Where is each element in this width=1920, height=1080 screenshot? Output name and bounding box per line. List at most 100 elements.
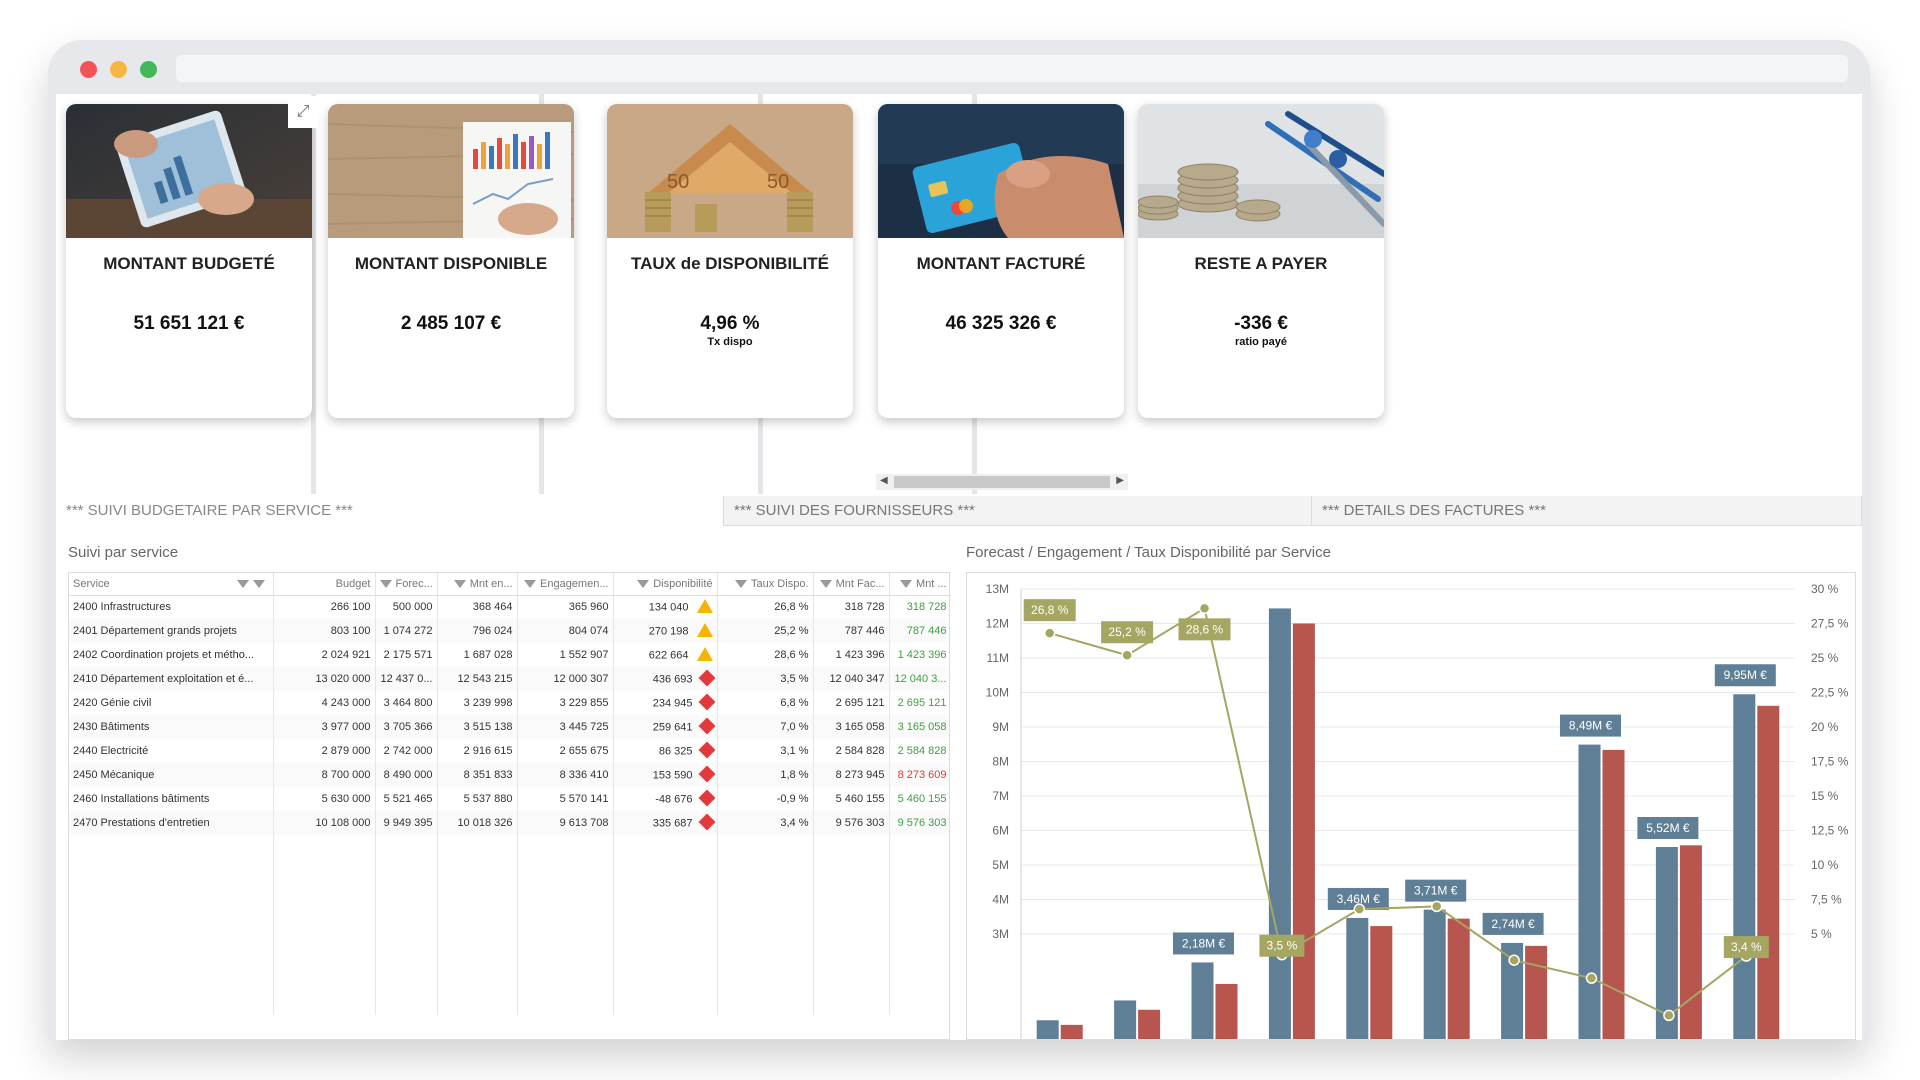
bar-engagement [1138, 1009, 1161, 1039]
kpi-value: 46 325 326 € [945, 313, 1057, 334]
cell-budget: 10 108 000 [273, 811, 376, 835]
bar-data-label: 2,74M € [1491, 917, 1535, 931]
cell-mnt-en: 8 351 833 [437, 763, 518, 787]
kpi-value: 2 485 107 € [400, 313, 502, 334]
bar-forecast [1423, 909, 1446, 1039]
expand-icon[interactable]: ⤢ [288, 96, 318, 128]
column-header-mnt[interactable]: Mnt ... [889, 573, 949, 596]
y-left-tick-label: 10M [986, 686, 1009, 700]
kpi-value: 4,96 % [700, 313, 760, 334]
kpi-card-reste[interactable]: RESTE A PAYER -336 € ratio payé [1138, 104, 1384, 418]
column-header-forecast[interactable]: Forec... [375, 573, 438, 596]
empty-cell [517, 835, 614, 1015]
table-row[interactable]: 2450 Mécanique 8 700 000 8 490 000 8 351 83… [69, 763, 949, 787]
cell-disponibilite-value: -48 676 [655, 792, 693, 805]
table-row[interactable]: 2400 Infrastructures 266 100 500 000 368 46… [69, 595, 949, 619]
column-header-mnt-engage[interactable]: Mnt en... [437, 573, 518, 596]
tab-details-factures[interactable]: *** DETAILS DES FACTURES *** [1312, 496, 1862, 526]
close-window-button[interactable] [80, 61, 97, 78]
filter-icon[interactable] [637, 579, 650, 588]
cell-disponibilite-value: 153 590 [652, 768, 693, 781]
bar-forecast [1733, 694, 1756, 1039]
table-row[interactable]: 2410 Département exploitation et é... 13 … [69, 667, 949, 691]
filter-icon[interactable] [236, 579, 249, 588]
svg-text:50: 50 [667, 171, 689, 193]
bar-engagement [1060, 1024, 1083, 1039]
column-header-budget[interactable]: Budget [273, 573, 376, 596]
money-house-image: 50 50 [607, 104, 853, 238]
filter-icon[interactable] [524, 579, 536, 588]
cell-service: 2420 Génie civil [69, 691, 274, 715]
cell-engagement: 9 613 708 [517, 811, 614, 835]
column-label: Mnt Fac... [835, 577, 885, 590]
kpi-card-disponible[interactable]: MONTANT DISPONIBLE 2 485 107 € [328, 104, 574, 418]
column-header-service[interactable]: Service [69, 573, 274, 596]
column-header-taux[interactable]: Taux Dispo. [717, 573, 814, 596]
column-header-engagement[interactable]: Engagemen... [517, 573, 614, 596]
filter-icon[interactable] [453, 579, 466, 588]
section-tabs: *** SUIVI BUDGETAIRE PAR SERVICE *** ***… [56, 496, 1862, 526]
cell-budget: 4 243 000 [273, 691, 376, 715]
y-right-tick-label: 20 % [1811, 720, 1839, 734]
kpi-title: MONTANT BUDGETÉ [103, 254, 275, 273]
filter-icon[interactable] [379, 579, 392, 588]
table-row[interactable]: 2440 Electricité 2 879 000 2 742 000 2 916 … [69, 739, 949, 763]
table-row[interactable]: 2460 Installations bâtiments 5 630 000 5 5… [69, 787, 949, 811]
scroll-right-icon[interactable]: ▶ [1116, 475, 1124, 486]
maximize-window-button[interactable] [140, 61, 157, 78]
warning-triangle-icon [696, 646, 713, 661]
horizontal-scrollbar[interactable]: ◀ ▶ [876, 474, 1128, 490]
column-label: Engagemen... [540, 577, 609, 590]
table-row[interactable]: 2430 Bâtiments 3 977 000 3 705 366 3 515 13… [69, 715, 949, 739]
column-header-mnt-facture[interactable]: Mnt Fac... [813, 573, 890, 596]
cell-mnt-en: 368 464 [437, 595, 518, 619]
warning-triangle-icon [696, 622, 713, 637]
kpi-card-budget[interactable]: MONTANT BUDGETÉ 51 651 121 € [66, 104, 312, 418]
cell-mnt-facture: 2 584 828 [813, 739, 890, 763]
filter-icon[interactable] [735, 579, 748, 588]
cell-mnt: 12 040 3... [889, 667, 949, 691]
cell-mnt: 5 460 155 [889, 787, 949, 811]
cell-taux: -0,9 % [717, 787, 814, 811]
kpi-title: MONTANT FACTURÉ [916, 254, 1086, 273]
column-label: Disponibilité [653, 577, 713, 590]
cell-mnt-en: 5 537 880 [437, 787, 518, 811]
forecast-engagement-chart[interactable]: 3M 4M 5M 6M 7M 8M 9M 10M 11M 12M 13M 5 % 7,5 % 10 % 12… [966, 572, 1856, 1040]
filter-icon[interactable] [819, 579, 832, 588]
cell-budget: 5 630 000 [273, 787, 376, 811]
cell-service: 2430 Bâtiments [69, 715, 274, 739]
line-data-label: 3,5 % [1267, 939, 1298, 953]
cell-mnt: 9 576 303 [889, 811, 949, 835]
table-row[interactable]: 2401 Département grands projets 803 100 1 … [69, 619, 949, 643]
tab-suivi-fournisseurs[interactable]: *** SUIVI DES FOURNISSEURS *** [724, 496, 1312, 526]
table-row[interactable]: 2402 Coordination projets et métho... 2 0… [69, 643, 949, 667]
bar-engagement [1215, 983, 1238, 1039]
scrollbar-thumb[interactable] [894, 476, 1110, 488]
empty-cell [375, 835, 438, 1015]
y-left-tick-label: 5M [992, 858, 1009, 872]
cell-disponibilite: 153 590 [613, 763, 718, 787]
bar-engagement [1525, 945, 1548, 1039]
cell-mnt-facture: 318 728 [813, 595, 890, 619]
filter-icon[interactable] [899, 579, 912, 588]
column-header-disponibilite[interactable]: Disponibilité [613, 573, 718, 596]
cell-mnt-en: 796 024 [437, 619, 518, 643]
bar-engagement [1602, 749, 1625, 1039]
table-row[interactable]: 2420 Génie civil 4 243 000 3 464 800 3 239 … [69, 691, 949, 715]
filter-icon[interactable] [252, 579, 265, 588]
tab-suivi-budgetaire[interactable]: *** SUIVI BUDGETAIRE PAR SERVICE *** [56, 496, 724, 526]
scroll-left-icon[interactable]: ◀ [880, 475, 888, 486]
address-bar[interactable] [176, 55, 1848, 82]
kpi-card-facture[interactable]: MONTANT FACTURÉ 46 325 326 € [878, 104, 1124, 418]
minimize-window-button[interactable] [110, 61, 127, 78]
bar-forecast [1268, 608, 1291, 1039]
cell-disponibilite: 86 325 [613, 739, 718, 763]
title-bar [48, 40, 1870, 96]
cell-disponibilite-value: 335 687 [652, 816, 693, 829]
cell-budget: 266 100 [273, 595, 376, 619]
kpi-card-taux[interactable]: 50 50 TAUX de DISPONIBILITÉ 4,96 % Tx di… [607, 104, 853, 418]
service-grid[interactable]: Service Budget Forec... Mnt en... Engage… [68, 572, 950, 1040]
bar-forecast [1114, 1000, 1137, 1039]
cell-forecast: 12 437 0... [375, 667, 438, 691]
table-row[interactable]: 2470 Prestations d'entretien 10 108 000 9 … [69, 811, 949, 835]
